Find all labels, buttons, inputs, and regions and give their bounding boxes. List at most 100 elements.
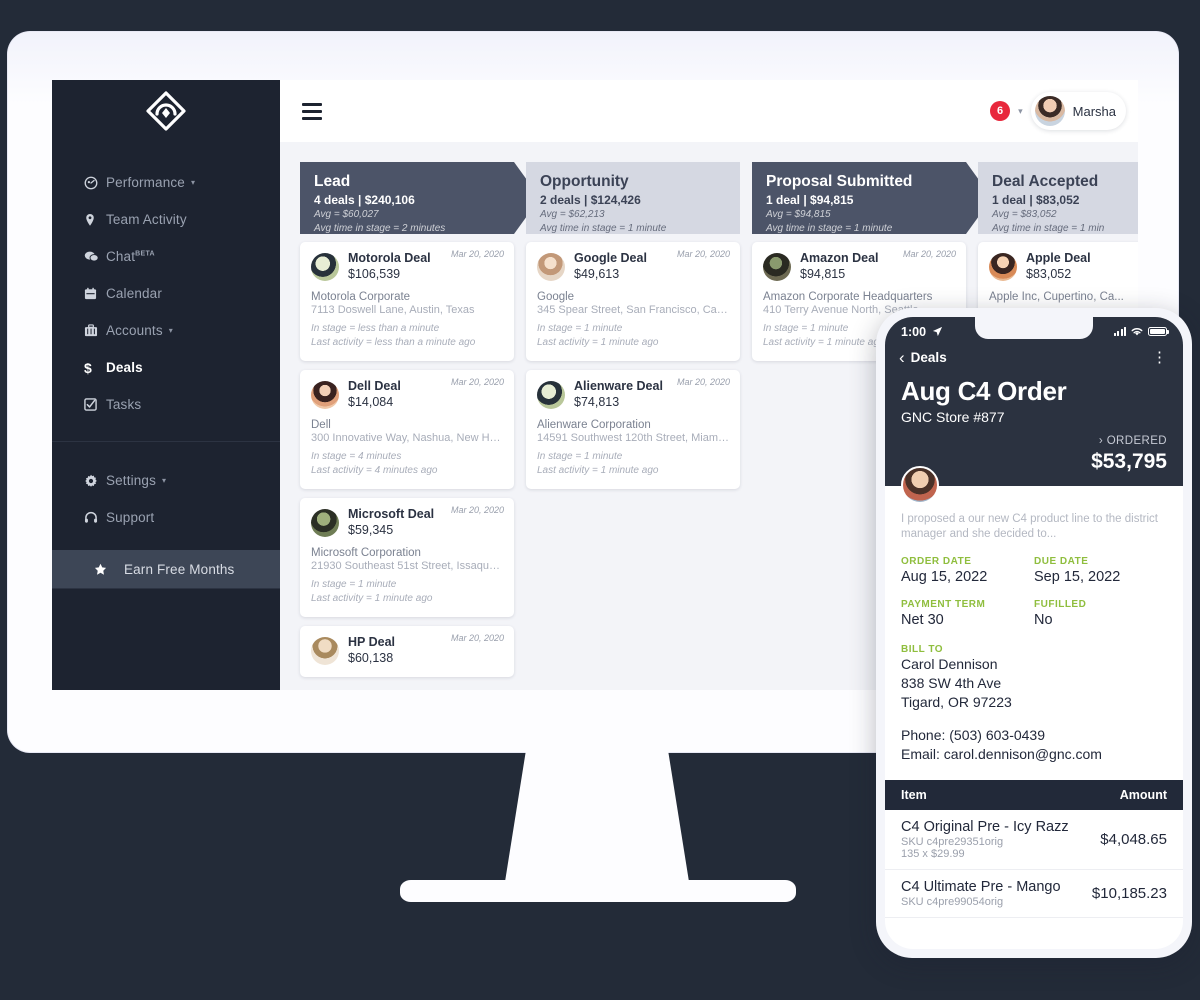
- list-item[interactable]: C4 Original Pre - Icy Razz SKU c4pre2935…: [885, 810, 1183, 870]
- status-badge[interactable]: › ORDERED: [1099, 435, 1167, 447]
- sidebar-item-support[interactable]: Support: [52, 499, 280, 536]
- card-date: Mar 20, 2020: [450, 249, 504, 259]
- sidebar-item-performance[interactable]: Performance ▾: [52, 164, 280, 201]
- phone-notch: [975, 317, 1093, 339]
- table-row[interactable]: Apple Deal $83,052 Apple Inc, Cupertino,…: [978, 242, 1138, 314]
- table-row[interactable]: Mar 20, 2020 Dell Deal $14,084 Dell 300 …: [300, 370, 514, 489]
- card-last-activity: Last activity = 1 minute ago: [537, 337, 659, 348]
- top-bar: 6 ▾ Marsha: [280, 80, 1138, 142]
- sidebar-item-label: Tasks: [106, 397, 142, 412]
- sidebar-item-label: ChatBETA: [106, 249, 155, 264]
- stage-header: Lead 4 deals | $240,106 Avg = $60,027 Av…: [300, 162, 540, 234]
- chevron-down-icon: ▾: [190, 177, 196, 187]
- card-company: Alienware Corporation: [537, 419, 651, 431]
- bill-contact: Phone: (503) 603-0439 Email: carol.denni…: [901, 726, 1167, 764]
- chevron-down-icon: ▾: [168, 325, 173, 335]
- sidebar-item-accounts[interactable]: Accounts ▾: [52, 312, 280, 349]
- notification-badge[interactable]: 6: [990, 101, 1011, 121]
- kebab-menu-icon[interactable]: ⋮: [1152, 350, 1167, 365]
- order-total: $53,795: [1091, 450, 1167, 473]
- sidebar-item-chat[interactable]: ChatBETA: [52, 238, 280, 275]
- phone-nav-bar: ‹ Deals ⋮: [885, 341, 1183, 366]
- avatar: [311, 380, 339, 409]
- sidebar-item-label: Settings: [106, 473, 156, 488]
- card-address: 14591 Southwest 120th Street, Miami...: [537, 432, 729, 444]
- sidebar-item-settings[interactable]: Settings ▾: [52, 462, 280, 499]
- sidebar-item-tasks[interactable]: Tasks: [52, 386, 280, 423]
- avatar: [989, 252, 1017, 281]
- card-title: Alienware Deal: [574, 379, 663, 393]
- sidebar-item-team-activity[interactable]: Team Activity: [52, 201, 280, 238]
- card-company: Dell: [311, 419, 331, 431]
- table-row[interactable]: Mar 20, 2020 Motorola Deal $106,539 Moto…: [300, 242, 514, 361]
- sidebar-item-label: Support: [106, 510, 155, 525]
- avatar: [901, 466, 939, 504]
- screenshot-stage: Performance ▾ Team Activity ChatBETA Cal…: [0, 0, 1200, 1000]
- item-quantity: 135 x $29.99: [901, 848, 965, 860]
- card-in-stage: In stage = 1 minute: [537, 451, 623, 462]
- avatar: [311, 252, 339, 281]
- column-header-item: Item: [901, 788, 927, 802]
- stage-summary: 4 deals | $240,106: [314, 193, 415, 207]
- dollar-icon: $: [84, 359, 92, 376]
- card-last-activity: Last activity = 4 minutes ago: [311, 465, 438, 476]
- card-list: Apple Deal $83,052 Apple Inc, Cupertino,…: [978, 242, 1138, 314]
- user-name: Marsha: [1072, 103, 1116, 119]
- card-amount: $106,539: [348, 267, 401, 281]
- bill-to-name: Carol Dennison: [901, 656, 998, 672]
- sidebar-item-label: Team Activity: [106, 212, 187, 227]
- stage-avg: Avg = $94,815: [766, 209, 831, 220]
- card-last-activity: Last activity = less than a minute ago: [311, 337, 476, 348]
- stage-title: Opportunity: [540, 173, 629, 190]
- user-menu[interactable]: Marsha: [1030, 92, 1126, 130]
- card-header: Apple Deal $83,052: [989, 251, 1138, 282]
- chevron-down-icon[interactable]: ▾: [1018, 106, 1023, 117]
- chevron-left-icon[interactable]: ‹: [899, 349, 905, 366]
- stage-avg-time: Avg time in stage = 1 minute: [766, 223, 893, 234]
- card-in-stage: In stage = 1 minute: [311, 579, 397, 590]
- sidebar-item-label: Deals: [106, 360, 143, 375]
- field-label: FUFILLED: [1034, 599, 1087, 610]
- item-sku: SKU c4pre29351orig: [901, 836, 1004, 848]
- field-label: ORDER DATE: [901, 556, 972, 567]
- card-in-stage: In stage = 1 minute: [537, 323, 623, 334]
- bill-email[interactable]: Email: carol.dennison@gnc.com: [901, 745, 1167, 764]
- wifi-icon: [1131, 328, 1143, 336]
- sidebar-primary-nav: Performance ▾ Team Activity ChatBETA Cal…: [52, 142, 280, 423]
- card-company: Microsoft Corporation: [311, 547, 421, 559]
- column-header-amount: Amount: [1119, 788, 1167, 802]
- table-row[interactable]: Mar 20, 2020 Microsoft Deal $59,345 Micr…: [300, 498, 514, 617]
- bill-phone[interactable]: Phone: (503) 603-0439: [901, 726, 1167, 745]
- item-name: C4 Original Pre - Icy Razz: [901, 819, 1069, 835]
- location-arrow-icon: [932, 326, 942, 336]
- back-label[interactable]: Deals: [911, 350, 947, 365]
- item-sku: SKU c4pre99054orig: [901, 896, 1004, 908]
- card-amount: $14,084: [348, 395, 394, 409]
- sidebar-item-deals[interactable]: $ Deals: [52, 349, 280, 386]
- monitor-base: [400, 880, 796, 902]
- stage-avg: Avg = $60,027: [314, 209, 379, 220]
- gear-icon: [84, 474, 106, 488]
- card-list: Mar 20, 2020 Google Deal $49,613 Google …: [526, 242, 740, 489]
- card-date: Mar 20, 2020: [902, 249, 956, 259]
- app-logo[interactable]: [52, 80, 280, 142]
- phone-header: 1:00 ‹ Deals ⋮ Aug C4 Order GNC Store #8: [885, 317, 1183, 486]
- table-row[interactable]: Mar 20, 2020 Alienware Deal $74,813 Alie…: [526, 370, 740, 489]
- card-address: 300 Innovative Way, Nashua, New Ha...: [311, 432, 503, 444]
- phone-body: I proposed a our new C4 product line to …: [885, 466, 1183, 764]
- table-row[interactable]: Mar 20, 2020 Google Deal $49,613 Google …: [526, 242, 740, 361]
- avatar: [537, 380, 565, 409]
- list-item[interactable]: C4 Ultimate Pre - Mango SKU c4pre99054or…: [885, 870, 1183, 918]
- sidebar-item-calendar[interactable]: Calendar: [52, 275, 280, 312]
- hamburger-icon[interactable]: [302, 102, 322, 120]
- card-amount: $49,613: [574, 267, 620, 281]
- table-row[interactable]: Mar 20, 2020 HP Deal $60,138: [300, 626, 514, 677]
- card-title: Apple Deal: [1026, 251, 1091, 265]
- sidebar-item-label: Earn Free Months: [124, 561, 235, 577]
- stage-title: Deal Accepted: [992, 173, 1099, 190]
- sidebar-item-earn-free-months[interactable]: Earn Free Months: [52, 550, 280, 588]
- card-title: Motorola Deal: [348, 251, 431, 265]
- card-date: Mar 20, 2020: [676, 249, 730, 259]
- beta-tag: BETA: [135, 250, 155, 258]
- item-amount: $10,185.23: [1091, 885, 1167, 902]
